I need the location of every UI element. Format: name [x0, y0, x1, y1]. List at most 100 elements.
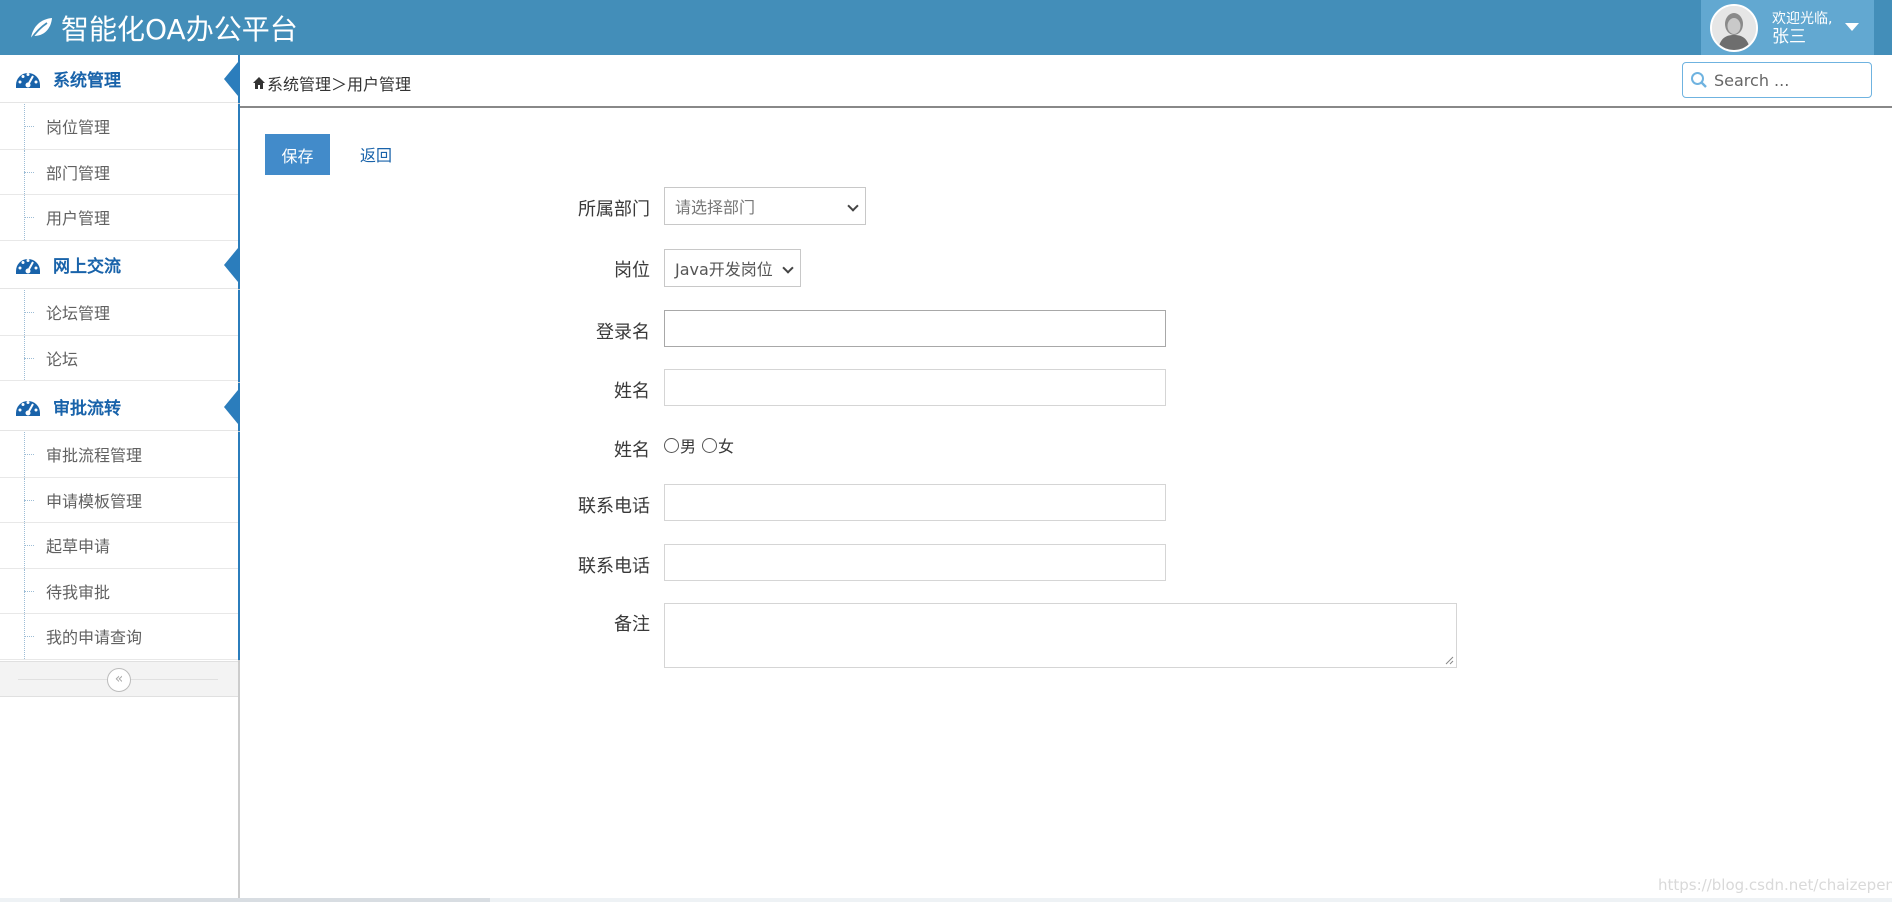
sidebar-item-forum[interactable]: 论坛 — [0, 335, 238, 381]
search-input[interactable] — [1712, 69, 1862, 91]
dashboard-icon — [16, 72, 40, 88]
active-arrow-icon — [224, 390, 238, 424]
save-button[interactable]: 保存 — [265, 134, 330, 175]
gender-male-radio[interactable] — [664, 437, 679, 453]
top-navbar: 智能化OA办公平台 欢迎光临, 张三 — [0, 0, 1892, 55]
search-box[interactable] — [1682, 62, 1872, 98]
phone-label: 联系电话 — [578, 496, 650, 517]
login-name-field[interactable] — [664, 310, 1166, 347]
tree-line — [24, 636, 34, 638]
sidebar-item-label: 审批流程管理 — [46, 446, 143, 466]
tree-line — [24, 590, 34, 592]
tree-line — [24, 357, 34, 359]
phone-field[interactable] — [664, 484, 1166, 521]
sidebar-submenu-online-exchange: 论坛管理 论坛 — [0, 290, 240, 382]
sidebar-item-pending-approval[interactable]: 待我审批 — [0, 568, 238, 614]
sidebar-item-label: 论坛 — [46, 349, 79, 369]
watermark: https://blog.csdn.net/chaizepeng — [1658, 876, 1892, 894]
sidebar-item-draft-application[interactable]: 起草申请 — [0, 523, 238, 569]
sidebar-item-label: 申请模板管理 — [46, 491, 143, 511]
sidebar-item-position-management[interactable]: 岗位管理 — [0, 104, 238, 150]
gender-female-radio[interactable] — [702, 437, 718, 453]
active-indicator — [238, 432, 240, 660]
phone-label-2: 联系电话 — [578, 556, 650, 577]
dashboard-icon — [16, 258, 40, 274]
sidebar-item-label: 待我审批 — [46, 582, 111, 602]
horizontal-scrollbar-thumb[interactable] — [60, 898, 490, 902]
gender-radio-group: 男 女 — [664, 433, 734, 457]
department-select-value: 请选择部门 — [675, 198, 756, 217]
sidebar-group-approval-flow[interactable]: 审批流转 — [0, 383, 240, 431]
position-select-value: Java开发岗位 — [675, 260, 773, 279]
leaf-icon — [30, 18, 52, 40]
position-label: 岗位 — [614, 260, 650, 281]
sidebar-item-my-applications[interactable]: 我的申请查询 — [0, 614, 238, 660]
gender-label: 姓名 — [614, 440, 650, 461]
login-name-label: 登录名 — [596, 322, 650, 343]
active-arrow-icon — [224, 248, 238, 282]
active-indicator — [238, 241, 240, 289]
app-title: 智能化OA办公平台 — [61, 13, 298, 46]
active-arrow-icon — [224, 62, 238, 96]
collapse-sidebar-icon[interactable]: « — [107, 668, 131, 692]
user-name: 张三 — [1772, 26, 1806, 47]
active-indicator — [238, 290, 240, 382]
sidebar-item-label: 我的申请查询 — [46, 628, 143, 648]
user-greeting: 欢迎光临, 张三 — [1772, 10, 1832, 46]
sidebar-group-system[interactable]: 系统管理 — [0, 55, 240, 103]
sidebar-item-forum-management[interactable]: 论坛管理 — [0, 290, 238, 336]
tree-line — [24, 499, 34, 501]
gender-male-label: 男 — [680, 437, 697, 456]
sidebar-item-department-management[interactable]: 部门管理 — [0, 149, 238, 195]
welcome-text: 欢迎光临, — [1772, 10, 1833, 27]
gender-female-label: 女 — [718, 437, 735, 456]
sidebar-item-label: 起草申请 — [46, 537, 111, 557]
tree-line — [24, 126, 34, 128]
breadcrumb: 系统管理＞用户管理 — [252, 71, 411, 95]
back-link[interactable]: 返回 — [360, 142, 392, 166]
sidebar-item-label: 论坛管理 — [46, 304, 111, 324]
sidebar-item-user-management[interactable]: 用户管理 — [0, 195, 238, 241]
remark-label: 备注 — [614, 614, 650, 635]
sidebar-item-application-template-management[interactable]: 申请模板管理 — [0, 477, 238, 523]
sidebar: 系统管理 岗位管理 部门管理 用户管理 网上交流 论坛管理 论坛 审批流转 审批… — [0, 55, 240, 902]
name-field[interactable] — [664, 369, 1166, 406]
sidebar-item-label: 部门管理 — [46, 163, 111, 183]
resize-grip-icon[interactable] — [1444, 655, 1454, 665]
search-icon — [1691, 72, 1707, 88]
sidebar-item-approval-process-management[interactable]: 审批流程管理 — [0, 432, 238, 478]
chevron-down-icon — [782, 262, 794, 274]
position-select[interactable]: Java开发岗位 — [664, 249, 801, 287]
tree-line — [24, 171, 34, 173]
sidebar-group-online-exchange[interactable]: 网上交流 — [0, 241, 240, 289]
name-label: 姓名 — [614, 381, 650, 402]
department-select[interactable]: 请选择部门 — [664, 187, 866, 225]
chevron-down-icon — [847, 200, 859, 212]
sidebar-collapse-bar: « — [0, 661, 238, 697]
department-label: 所属部门 — [578, 199, 650, 220]
sidebar-item-label: 岗位管理 — [46, 118, 111, 138]
sidebar-item-label: 用户管理 — [46, 209, 111, 229]
sidebar-submenu-system: 岗位管理 部门管理 用户管理 — [0, 104, 240, 241]
user-menu[interactable]: 欢迎光临, 张三 — [1701, 0, 1874, 55]
phone-field-2[interactable] — [664, 544, 1166, 581]
caret-down-icon[interactable] — [1845, 23, 1859, 31]
active-indicator — [238, 383, 240, 431]
active-indicator — [238, 104, 240, 241]
dashboard-icon — [16, 400, 40, 416]
sidebar-group-label: 系统管理 — [53, 71, 121, 91]
avatar — [1710, 3, 1758, 52]
tree-line — [24, 312, 34, 314]
breadcrumb-bar: 系统管理＞用户管理 — [240, 55, 1892, 108]
home-icon[interactable] — [252, 76, 266, 90]
breadcrumb-text[interactable]: 系统管理＞用户管理 — [267, 71, 411, 95]
tree-line — [24, 545, 34, 547]
sidebar-group-label: 审批流转 — [53, 399, 121, 419]
remark-textarea[interactable] — [664, 603, 1457, 668]
tree-line — [24, 217, 34, 219]
user-photo-icon — [1712, 5, 1756, 50]
app-brand[interactable]: 智能化OA办公平台 — [27, 8, 298, 48]
sidebar-submenu-approval-flow: 审批流程管理 申请模板管理 起草申请 待我审批 我的申请查询 — [0, 432, 240, 660]
sidebar-group-label: 网上交流 — [53, 257, 121, 277]
tree-line — [24, 454, 34, 456]
